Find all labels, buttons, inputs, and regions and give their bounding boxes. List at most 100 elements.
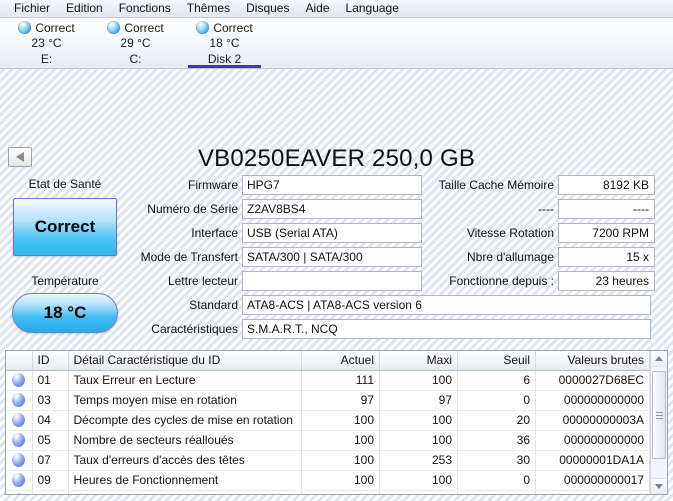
attribute-status-bubble-icon: [6, 490, 33, 494]
menu-item-themes[interactable]: Thêmes: [179, 0, 238, 17]
info-row-features: Caractéristiques S.M.A.R.T., NCQ: [130, 319, 667, 339]
column-header-raw[interactable]: Valeurs brutes: [535, 351, 650, 371]
label-standard: Standard: [189, 298, 238, 312]
cell-maxi: 97: [379, 390, 458, 411]
smart-table-scroll-viewport: ID Détail Caractéristique du ID Actuel M…: [6, 351, 650, 494]
scroll-up-button[interactable]: [651, 351, 667, 367]
label-features: Caractéristiques: [151, 322, 238, 336]
disk-tab-strip: Correct 23 °C E: Correct 29 °C C: Correc…: [0, 18, 673, 69]
table-row[interactable]: 0A Nombre d'essais de relancement de la …: [6, 490, 650, 494]
attribute-status-bubble-icon: [6, 450, 33, 471]
scroll-down-arrow-icon: [655, 484, 663, 489]
value-power-on-hours[interactable]: 23 heures: [558, 271, 655, 291]
scroll-down-button[interactable]: [651, 478, 667, 494]
value-serial-number[interactable]: Z2AV8BS4: [242, 199, 422, 219]
value-standard[interactable]: ATA8-ACS | ATA8-ACS version 6: [242, 295, 651, 315]
cell-maxi: 100: [379, 370, 458, 391]
scrollbar-thumb[interactable]: [652, 371, 666, 459]
value-transfer-mode[interactable]: SATA/300 | SATA/300: [242, 247, 422, 267]
cell-seuil: 36: [457, 430, 536, 451]
cell-raw: 000000000000: [535, 390, 650, 411]
cell-actuel: 100: [301, 410, 380, 431]
cell-actuel: 100: [301, 490, 380, 494]
disk-tab-disk2[interactable]: Correct 18 °C Disk 2: [180, 18, 269, 68]
temperature-badge: 18 °C: [12, 293, 118, 333]
disk-tab-c-status: Correct: [124, 20, 164, 35]
page-title: VB0250EAVER 250,0 GB: [197, 145, 476, 172]
cell-maxi: 100: [379, 470, 458, 491]
smart-table-area: ID Détail Caractéristique du ID Actuel M…: [6, 351, 667, 494]
cell-seuil: 0: [457, 390, 536, 411]
disk-tab-c-name: C:: [129, 52, 142, 66]
column-header-id[interactable]: ID: [32, 351, 69, 371]
value-interface[interactable]: USB (Serial ATA): [242, 223, 422, 243]
cell-actuel: 100: [301, 470, 380, 491]
value-drive-letter[interactable]: [242, 271, 422, 291]
menu-bar: Fichier Edition Fonctions Thêmes Disques…: [0, 0, 673, 18]
value-firmware[interactable]: HPG7: [242, 175, 422, 195]
column-header-seuil[interactable]: Seuil: [457, 351, 536, 371]
disk-tab-e-temperature: 23 °C: [31, 36, 62, 50]
column-header-maxi[interactable]: Maxi: [379, 351, 458, 371]
active-tab-indicator: [188, 65, 261, 68]
table-row[interactable]: 01 Taux Erreur en Lecture 111 100 6 0000…: [6, 370, 650, 391]
info-row-serial: Numéro de Série Z2AV8BS4 ---- ----: [130, 199, 667, 219]
cell-seuil: 30: [457, 450, 536, 471]
table-row[interactable]: 09 Heures de Fonctionnement 100 100 0 00…: [6, 470, 650, 491]
disk-tab-e-header: Correct: [18, 20, 75, 35]
scroll-up-arrow-icon: [655, 356, 663, 361]
table-row[interactable]: 04 Décompte des cycles de mise en rotati…: [6, 410, 650, 431]
attribute-status-bubble-icon: [6, 370, 33, 391]
cell-id: 03: [32, 390, 69, 411]
disk-tab-e-status: Correct: [35, 20, 75, 35]
cell-id: 05: [32, 430, 69, 451]
table-row[interactable]: 07 Taux d'erreurs d'accès des têtes 100 …: [6, 450, 650, 471]
disk-tab-c-temperature: 29 °C: [120, 36, 151, 50]
disk-tab-disk2-temperature: 18 °C: [209, 36, 240, 50]
attribute-status-bubble-icon: [6, 390, 33, 411]
table-row[interactable]: 03 Temps moyen mise en rotation 97 97 0 …: [6, 390, 650, 411]
cell-maxi: 253: [379, 450, 458, 471]
info-row-interface: Interface USB (Serial ATA) Vitesse Rotat…: [130, 223, 667, 243]
status-bubble-icon: [18, 21, 32, 34]
disk-tab-e-name: E:: [40, 52, 53, 66]
cell-id: 07: [32, 450, 69, 471]
cell-id: 01: [32, 370, 69, 391]
column-header-actuel[interactable]: Actuel: [301, 351, 380, 371]
cell-detail: Nombre de secteurs réalloués: [68, 430, 302, 451]
menu-item-language[interactable]: Language: [338, 0, 407, 17]
main-content: VB0250EAVER 250,0 GB Etat de Santé Corre…: [0, 69, 673, 501]
value-cache-size[interactable]: 8192 KB: [558, 175, 655, 195]
cell-maxi: 100: [379, 490, 458, 494]
label-cache-size: Taille Cache Mémoire: [438, 178, 554, 192]
menu-item-disques[interactable]: Disques: [238, 0, 297, 17]
disk-tab-disk2-status: Correct: [213, 20, 253, 35]
column-header-detail[interactable]: Détail Caractéristique du ID: [68, 351, 302, 371]
label-rotation-speed: Vitesse Rotation: [466, 226, 554, 240]
table-row[interactable]: 05 Nombre de secteurs réalloués 100 100 …: [6, 430, 650, 451]
cell-maxi: 100: [379, 410, 458, 431]
disk-tab-c[interactable]: Correct 29 °C C:: [91, 18, 180, 68]
menu-item-edition[interactable]: Edition: [58, 0, 111, 17]
value-empty-field[interactable]: ----: [558, 199, 655, 219]
cell-detail: Taux d'erreurs d'accès des têtes: [68, 450, 302, 471]
value-rotation-speed[interactable]: 7200 RPM: [558, 223, 655, 243]
info-row-firmware: Firmware HPG7 Taille Cache Mémoire 8192 …: [130, 175, 667, 195]
value-power-on-count[interactable]: 15 x: [558, 247, 655, 267]
app-window: Fichier Edition Fonctions Thêmes Disques…: [0, 0, 673, 501]
disk-tab-e[interactable]: Correct 23 °C E:: [2, 18, 91, 68]
scrollbar-track[interactable]: [651, 367, 667, 478]
drive-info-fields: Firmware HPG7 Taille Cache Mémoire 8192 …: [130, 175, 667, 343]
smart-table-body: 01 Taux Erreur en Lecture 111 100 6 0000…: [6, 370, 650, 494]
column-header-icon[interactable]: [6, 351, 33, 371]
menu-item-aide[interactable]: Aide: [297, 0, 337, 17]
cell-seuil: 6: [457, 370, 536, 391]
label-interface: Interface: [191, 226, 238, 240]
menu-item-fonctions[interactable]: Fonctions: [111, 0, 179, 17]
value-features[interactable]: S.M.A.R.T., NCQ: [242, 319, 651, 339]
menu-item-fichier[interactable]: Fichier: [6, 0, 58, 17]
health-panel: Etat de Santé Correct Température 18 °C: [0, 177, 130, 333]
table-vertical-scrollbar[interactable]: [650, 351, 667, 494]
cell-seuil: 20: [457, 410, 536, 431]
label-power-on-count: Nbre d'allumage: [466, 250, 554, 264]
